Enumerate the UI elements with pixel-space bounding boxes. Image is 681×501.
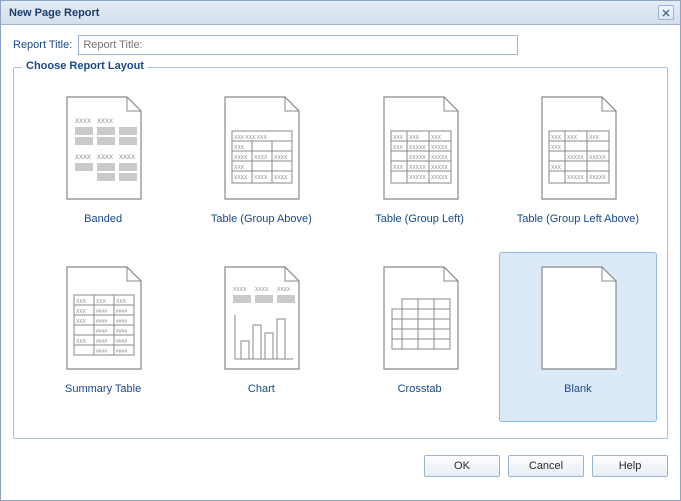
summary-table-thumb-icon: XXX XXX XXX XXX #### #### XXX #### #### … [54,259,152,379]
svg-text:XXX: XXX [76,319,87,325]
svg-text:XXXX: XXXX [97,155,113,161]
layout-label: Crosstab [398,383,442,395]
svg-text:####: #### [116,329,127,335]
svg-text:XXXX: XXXX [119,155,135,161]
layout-label: Blank [564,383,592,395]
layout-label: Banded [84,213,122,225]
svg-text:XXX: XXX [234,145,245,151]
blank-thumb-icon [529,259,627,379]
svg-text:XXX: XXX [409,135,420,141]
dialog-title: New Page Report [9,7,658,19]
layout-label: Table (Group Left) [375,213,464,225]
svg-text:XXX: XXX [393,135,404,141]
svg-text:XXXX: XXXX [234,175,248,181]
svg-text:XXXXX: XXXXX [567,155,584,161]
svg-text:####: #### [96,329,107,335]
dialog-content: Report Title: Choose Report Layout XXXX … [1,25,680,445]
svg-text:XXXXX: XXXXX [431,155,448,161]
table-group-left-thumb-icon: XXX XXX XXX XXX XXXXX XXXXX XXXXX XXXXX … [371,89,469,209]
layout-option-blank[interactable]: Blank [499,252,657,422]
svg-text:XXX: XXX [76,339,87,345]
layout-option-table-group-above[interactable]: XXX XXX XXX XXX XXXX XXXX XXXX XXX XXXX … [182,82,340,252]
svg-text:XXXXX: XXXXX [589,175,606,181]
svg-text:####: #### [96,339,107,345]
crosstab-thumb-icon [371,259,469,379]
svg-text:XXX: XXX [551,135,562,141]
svg-text:XXX: XXX [76,309,87,315]
svg-text:XXXX: XXXX [75,119,91,125]
svg-text:XXX: XXX [551,165,562,171]
svg-text:XXXXX: XXXXX [409,155,426,161]
svg-text:XXXXX: XXXXX [567,175,584,181]
banded-thumb-icon: XXXX XXXX XXXX XXXX XXXX [54,89,152,209]
close-button[interactable] [658,5,674,20]
svg-text:XXX: XXX [393,145,404,151]
layout-option-summary-table[interactable]: XXX XXX XXX XXX #### #### XXX #### #### … [24,252,182,422]
report-title-label: Report Title: [13,39,72,51]
layout-option-crosstab[interactable]: Crosstab [341,252,499,422]
svg-text:XXXXX: XXXXX [409,165,426,171]
table-group-above-thumb-icon: XXX XXX XXX XXX XXXX XXXX XXXX XXX XXXX … [212,89,310,209]
svg-text:####: #### [116,339,127,345]
layout-option-table-group-left[interactable]: XXX XXX XXX XXX XXXXX XXXXX XXXXX XXXXX … [341,82,499,252]
svg-text:####: #### [116,319,127,325]
svg-text:XXXX: XXXX [97,119,113,125]
svg-text:XXX: XXX [76,299,87,305]
layout-label: Table (Group Above) [211,213,312,225]
svg-text:XXXX: XXXX [233,287,247,293]
button-row: OK Cancel Help [1,445,680,477]
svg-text:XXX: XXX [393,165,404,171]
svg-text:####: #### [96,349,107,355]
svg-text:XXX: XXX [551,145,562,151]
chart-thumb-icon: XXXX XXXX XXXX [212,259,310,379]
layout-label: Table (Group Left Above) [517,213,639,225]
svg-text:XXX: XXX [431,135,442,141]
svg-text:XXXX: XXXX [255,287,269,293]
svg-text:XXXX: XXXX [274,175,288,181]
svg-text:XXXXX: XXXXX [431,145,448,151]
svg-text:XXXXX: XXXXX [409,145,426,151]
svg-text:####: #### [116,309,127,315]
layout-grid: XXXX XXXX XXXX XXXX XXXX [24,82,657,422]
svg-text:XXXXX: XXXXX [431,165,448,171]
layout-label: Chart [248,383,275,395]
svg-text:XXXX: XXXX [254,155,268,161]
svg-text:XXXXX: XXXXX [589,155,606,161]
svg-text:####: #### [96,319,107,325]
svg-text:####: #### [116,349,127,355]
layout-option-chart[interactable]: XXXX XXXX XXXX [182,252,340,422]
svg-text:XXX: XXX [96,299,107,305]
svg-text:XXXX: XXXX [277,287,291,293]
svg-text:XXXXX: XXXXX [431,175,448,181]
svg-text:XXX: XXX [567,135,578,141]
cancel-button[interactable]: Cancel [508,455,584,477]
svg-text:XXX: XXX [234,165,245,171]
report-title-input[interactable] [78,35,518,55]
layout-label: Summary Table [65,383,141,395]
svg-text:XXXX: XXXX [234,155,248,161]
fieldset-legend: Choose Report Layout [22,60,148,72]
svg-text:XXX: XXX [589,135,600,141]
svg-text:XXXX: XXXX [75,155,91,161]
new-page-report-dialog: New Page Report Report Title: Choose Rep… [0,0,681,501]
titlebar: New Page Report [1,1,680,25]
close-icon [662,9,670,17]
svg-text:####: #### [96,309,107,315]
layout-option-table-group-left-above[interactable]: XXX XXX XXX XXX XXXXX XXXXX XXX XXXXX XX… [499,82,657,252]
svg-text:XXX XXX XXX: XXX XXX XXX [234,135,267,141]
svg-text:XXXXX: XXXXX [409,175,426,181]
report-title-row: Report Title: [13,35,668,55]
choose-layout-fieldset: Choose Report Layout XXXX XXXX [13,67,668,439]
svg-text:XXXX: XXXX [274,155,288,161]
svg-text:XXX: XXX [116,299,127,305]
table-group-left-above-thumb-icon: XXX XXX XXX XXX XXXXX XXXXX XXX XXXXX XX… [529,89,627,209]
svg-text:XXXX: XXXX [254,175,268,181]
ok-button[interactable]: OK [424,455,500,477]
help-button[interactable]: Help [592,455,668,477]
layout-option-banded[interactable]: XXXX XXXX XXXX XXXX XXXX [24,82,182,252]
